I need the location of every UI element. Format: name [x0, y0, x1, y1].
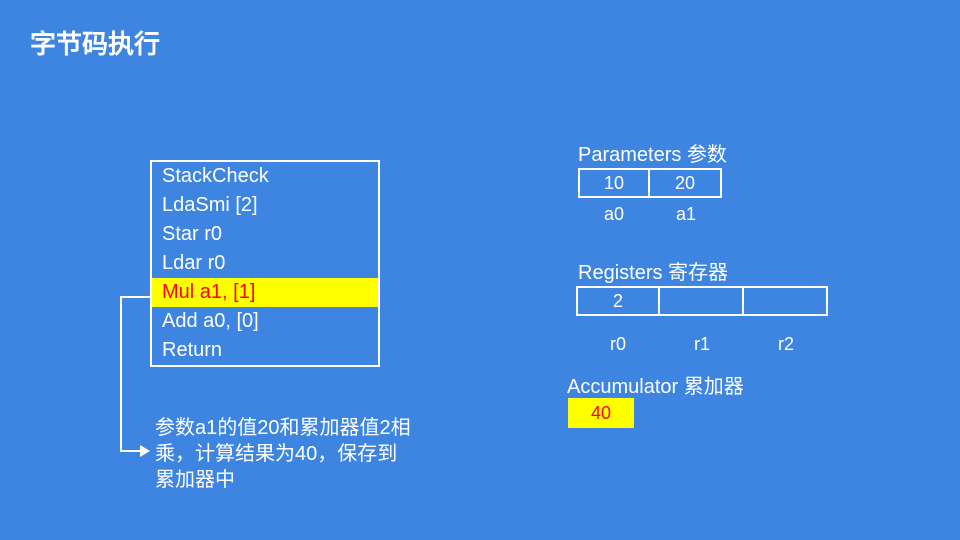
parameters-labels: a0 a1 — [578, 200, 722, 225]
accumulator-title: Accumulator 累加器 — [567, 370, 744, 399]
reg-label-r2: r2 — [744, 334, 828, 355]
parameters-title: Parameters 参数 — [578, 138, 727, 167]
bytecode-line-0: StackCheck — [152, 162, 378, 191]
connector-line — [120, 450, 142, 452]
registers-title: Registers 寄存器 — [578, 256, 728, 285]
bytecode-line-4: Mul a1, [1] — [152, 278, 378, 307]
accumulator-value: 40 — [568, 398, 634, 428]
bytecode-line-2: Star r0 — [152, 220, 378, 249]
reg-label-r1: r1 — [660, 334, 744, 355]
param-label-a0: a0 — [578, 200, 650, 225]
registers-labels: r0 r1 r2 — [576, 334, 828, 355]
connector-line — [120, 296, 122, 452]
reg-cell-r1 — [660, 286, 744, 316]
param-cell-a0: 10 — [578, 168, 650, 198]
registers-table: 2 — [576, 286, 828, 316]
reg-cell-r2 — [744, 286, 828, 316]
parameters-table: 10 20 — [578, 168, 722, 198]
arrow-right-icon — [140, 445, 150, 457]
bytecode-line-3: Ldar r0 — [152, 249, 378, 278]
bytecode-line-5: Add a0, [0] — [152, 307, 378, 336]
reg-label-r0: r0 — [576, 334, 660, 355]
page-title: 字节码执行 — [30, 24, 160, 61]
bytecode-listing: StackCheckLdaSmi [2]Star r0Ldar r0Mul a1… — [150, 160, 380, 367]
connector-line — [120, 296, 150, 298]
bytecode-line-1: LdaSmi [2] — [152, 191, 378, 220]
reg-cell-r0: 2 — [576, 286, 660, 316]
bytecode-line-6: Return — [152, 336, 378, 365]
explanation-text: 参数a1的值20和累加器值2相乘，计算结果为40，保存到累加器中 — [155, 415, 415, 493]
param-cell-a1: 20 — [650, 168, 722, 198]
param-label-a1: a1 — [650, 200, 722, 225]
